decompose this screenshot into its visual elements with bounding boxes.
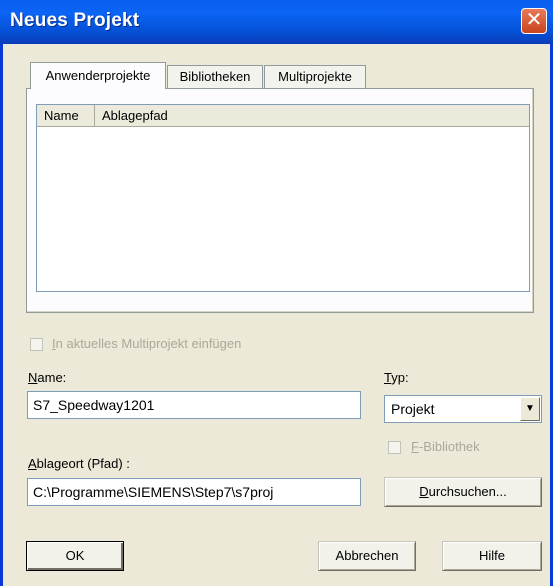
title-bar[interactable]: Neues Projekt ✕	[0, 0, 553, 44]
ok-button[interactable]: OK	[26, 541, 124, 571]
window-title: Neues Projekt	[10, 10, 140, 31]
chevron-down-icon[interactable]: ▼	[520, 397, 540, 421]
list-header: Name Ablagepfad	[37, 105, 529, 127]
tab-bibliotheken[interactable]: Bibliotheken	[167, 65, 263, 89]
multiproject-checkbox[interactable]	[30, 338, 43, 351]
type-select-value: Projekt	[391, 401, 435, 417]
cancel-button[interactable]: Abbrechen	[318, 541, 416, 571]
project-list[interactable]: Name Ablagepfad	[36, 104, 530, 292]
fbib-checkbox-label: F-Bibliothek	[411, 439, 480, 454]
path-input[interactable]: C:\Programme\SIEMENS\Step7\s7proj	[27, 478, 361, 506]
column-header-path[interactable]: Ablagepfad	[95, 105, 529, 126]
help-button[interactable]: Hilfe	[442, 541, 542, 571]
name-label: Name:	[28, 370, 67, 385]
multiproject-checkbox-label: In aktuelles Multiprojekt einfügen	[52, 336, 242, 351]
dialog-window: Neues Projekt ✕ Anwenderprojekte Bibliot…	[0, 0, 553, 586]
type-select[interactable]: Projekt ▼	[384, 395, 542, 423]
column-header-name[interactable]: Name	[37, 105, 95, 126]
type-label: Typ:	[384, 370, 409, 385]
tab-anwenderprojekte[interactable]: Anwenderprojekte	[30, 62, 166, 89]
path-label: Ablageort (Pfad) :	[28, 456, 130, 471]
window-frame-left	[0, 0, 3, 586]
name-input[interactable]: S7_Speedway1201	[27, 391, 361, 419]
browse-button[interactable]: Durchsuchen...	[384, 477, 542, 507]
tab-multiprojekte[interactable]: Multiprojekte	[264, 65, 366, 89]
close-icon[interactable]: ✕	[521, 8, 547, 34]
fbib-checkbox[interactable]	[388, 441, 401, 454]
